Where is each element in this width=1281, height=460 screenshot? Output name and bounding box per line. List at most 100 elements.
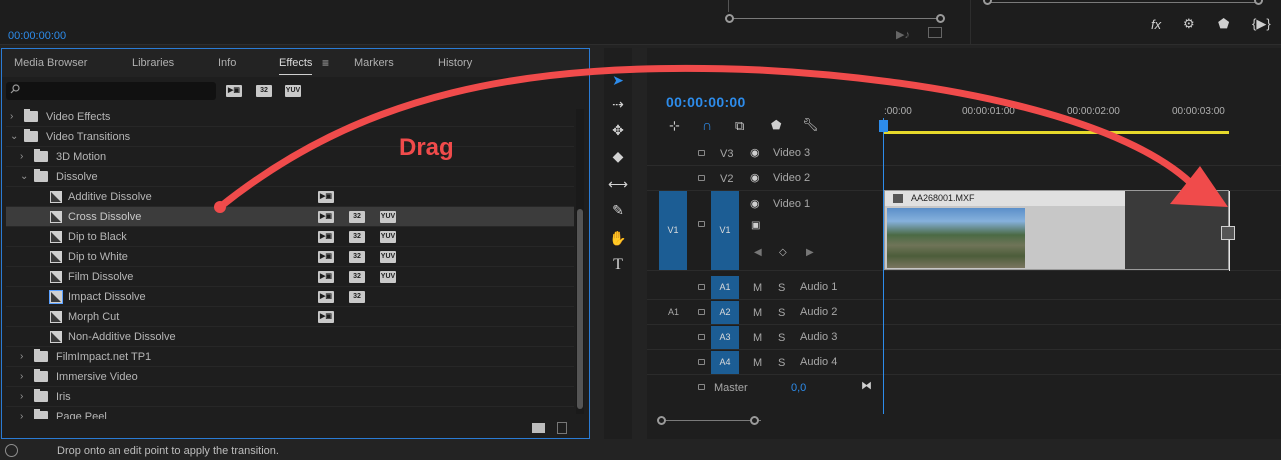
mute-button[interactable]: M	[753, 332, 762, 344]
chevron-right-icon[interactable]: ›	[20, 391, 23, 402]
snap-icon[interactable]: ∩	[702, 117, 712, 133]
lock-icon[interactable]	[698, 359, 705, 365]
type-tool-icon[interactable]: T	[604, 256, 632, 274]
master-volume[interactable]: 0,0	[791, 382, 806, 394]
tree-folder[interactable]: › Iris	[6, 387, 574, 407]
tab-media-browser[interactable]: Media Browser	[14, 57, 87, 69]
effects-scrollbar-thumb[interactable]	[577, 209, 583, 409]
timeline-scroll-handle-right[interactable]	[750, 416, 759, 425]
eye-icon[interactable]: ◉	[750, 171, 760, 184]
eye-icon[interactable]: ◉	[750, 197, 760, 210]
accelerated-effects-filter-icon[interactable]: ▶▣	[226, 85, 242, 97]
track-target-a2[interactable]: A2	[711, 301, 739, 324]
source-patch-v1[interactable]: V1	[659, 191, 687, 270]
timeline-timecode[interactable]: 00:00:00:00	[666, 94, 746, 110]
next-keyframe-icon[interactable]: ▶	[806, 247, 814, 258]
tree-transition[interactable]: ▶▣ 32 YUV Film Dissolve	[6, 267, 574, 287]
film-icon[interactable]: ▣	[751, 220, 760, 231]
chevron-right-icon[interactable]: ›	[10, 111, 13, 122]
eye-icon[interactable]: ◉	[750, 146, 760, 159]
tree-transition[interactable]: ▶▣ 32 YUV Cross Dissolve	[6, 207, 574, 227]
mute-button[interactable]: M	[753, 357, 762, 369]
add-keyframe-icon[interactable]: ◇	[779, 247, 787, 258]
hand-tool-icon[interactable]: ✋	[604, 230, 632, 247]
settings-icon[interactable]: ⚙	[1183, 16, 1195, 32]
solo-button[interactable]: S	[778, 307, 785, 319]
zoom-scrollbar-track[interactable]	[730, 18, 942, 19]
timeline-scroll-track[interactable]	[661, 420, 761, 421]
tree-folder[interactable]: › 3D Motion	[6, 147, 574, 167]
insert-icon[interactable]: ▶♪	[896, 28, 910, 41]
track-select-tool-icon[interactable]: ⇢	[604, 96, 632, 113]
lock-icon[interactable]	[698, 309, 705, 315]
yuv-filter-icon[interactable]: YUV	[285, 85, 301, 97]
track-target-a4[interactable]: A4	[711, 351, 739, 374]
solo-button[interactable]: S	[778, 282, 785, 294]
panel-menu-icon[interactable]: ≡	[322, 56, 329, 70]
program-scroll-handle-left[interactable]	[983, 0, 992, 5]
tab-effects[interactable]: Effects	[279, 57, 313, 75]
tree-folder[interactable]: › Video Effects	[6, 107, 574, 127]
timeline-scroll-handle-left[interactable]	[657, 416, 666, 425]
delete-icon[interactable]	[557, 422, 567, 434]
source-timecode[interactable]: 00:00:00:00	[8, 30, 66, 42]
source-patch-a1[interactable]: A1	[668, 307, 679, 317]
tree-folder[interactable]: ⌄ Video Transitions	[6, 127, 574, 147]
track-id[interactable]: V2	[720, 173, 733, 185]
add-marker-icon[interactable]: ⬟	[771, 118, 781, 132]
mute-button[interactable]: M	[753, 282, 762, 294]
chevron-right-icon[interactable]: ›	[20, 351, 23, 362]
tree-transition[interactable]: ▶▣ Additive Dissolve	[6, 187, 574, 207]
tree-folder[interactable]: › FilmImpact.net TP1	[6, 347, 574, 367]
track-target-a3[interactable]: A3	[711, 326, 739, 349]
track-target-v1[interactable]: V1	[711, 191, 739, 270]
chevron-down-icon[interactable]: ⌄	[20, 171, 28, 182]
effects-search-input[interactable]	[6, 82, 216, 100]
chevron-right-icon[interactable]: ›	[20, 371, 23, 382]
lock-icon[interactable]	[698, 284, 705, 290]
lock-icon[interactable]	[698, 221, 705, 227]
track-target-a1[interactable]: A1	[711, 276, 739, 299]
linked-selection-icon[interactable]: ⧉	[735, 118, 744, 134]
program-scroll-handle-right[interactable]	[1254, 0, 1263, 5]
razor-tool-icon[interactable]: ◆	[604, 148, 632, 165]
zoom-scroll-handle-right[interactable]	[936, 14, 945, 23]
tree-transition[interactable]: ▶▣ 32 YUV Dip to Black	[6, 227, 574, 247]
tree-transition[interactable]: ▶▣ 32 Impact Dissolve	[6, 287, 574, 307]
fx-icon[interactable]: fx	[1151, 17, 1161, 32]
tree-transition[interactable]: Non-Additive Dissolve	[6, 327, 574, 347]
marker-icon[interactable]: ⬟	[1218, 16, 1229, 32]
chevron-right-icon[interactable]: ›	[20, 151, 23, 162]
work-area-bar[interactable]	[884, 131, 1229, 134]
tree-folder[interactable]: ⌄ Dissolve	[6, 167, 574, 187]
zoom-scroll-handle-left[interactable]	[725, 14, 734, 23]
tree-transition[interactable]: ▶▣ Morph Cut	[6, 307, 574, 327]
nest-icon[interactable]: ⊹	[669, 118, 680, 134]
track-id[interactable]: V3	[720, 148, 733, 160]
pen-tool-icon[interactable]: ✎	[604, 202, 632, 219]
video-clip[interactable]: AA268001.MXF	[884, 190, 1230, 271]
go-to-in-out-icon[interactable]: {▶}	[1252, 16, 1271, 32]
tab-markers[interactable]: Markers	[354, 57, 394, 69]
previous-keyframe-icon[interactable]: ◀	[754, 247, 762, 258]
ripple-edit-tool-icon[interactable]: ✥	[604, 122, 632, 139]
chevron-right-icon[interactable]: ›	[20, 411, 23, 419]
lock-icon[interactable]	[698, 384, 705, 390]
lock-icon[interactable]	[698, 175, 705, 181]
lock-icon[interactable]	[698, 334, 705, 340]
tab-info[interactable]: Info	[218, 57, 236, 69]
mute-button[interactable]: M	[753, 307, 762, 319]
slip-tool-icon[interactable]: ⟷	[604, 176, 632, 193]
tree-transition[interactable]: ▶▣ 32 YUV Dip to White	[6, 247, 574, 267]
tab-libraries[interactable]: Libraries	[132, 57, 174, 69]
export-frame-icon[interactable]	[928, 27, 942, 38]
program-scroll-track[interactable]	[989, 2, 1259, 3]
tree-folder[interactable]: › Page Peel	[6, 407, 574, 419]
tree-folder[interactable]: › Immersive Video	[6, 367, 574, 387]
wrench-icon[interactable]: 🔧︎	[802, 117, 819, 133]
tab-history[interactable]: History	[438, 57, 472, 69]
playhead-line[interactable]	[883, 118, 884, 414]
solo-button[interactable]: S	[778, 332, 785, 344]
selection-tool-icon[interactable]: ➤	[604, 72, 632, 89]
32-bit-filter-icon[interactable]: 32	[256, 85, 272, 97]
